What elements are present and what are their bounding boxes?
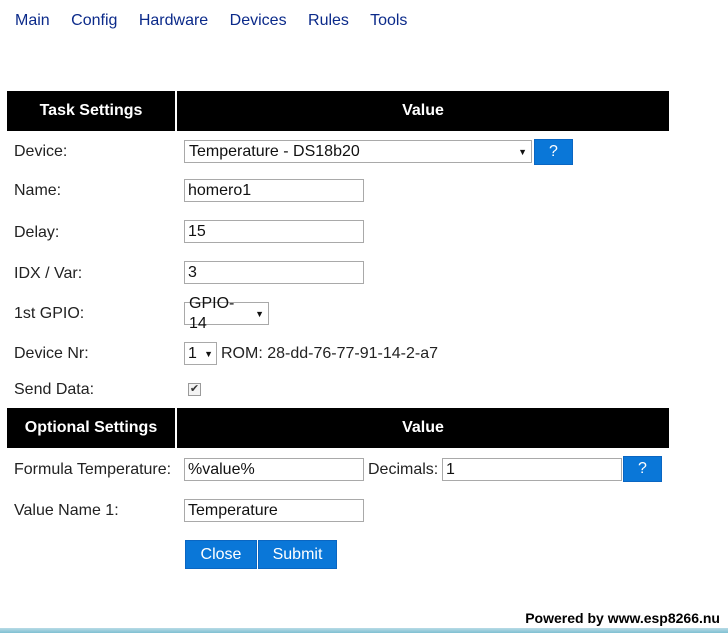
gpio-select[interactable]: GPIO-14 ▼ [184, 295, 269, 332]
name-input[interactable]: homero1 [184, 179, 364, 202]
chevron-down-icon: ▼ [204, 348, 213, 359]
nav-rules[interactable]: Rules [308, 12, 349, 29]
nav-hardware[interactable]: Hardware [139, 12, 208, 29]
device-label: Device: [14, 143, 68, 160]
top-nav: Main Config Hardware Devices Rules Tools [15, 12, 424, 30]
formula-input[interactable]: %value% [184, 458, 364, 481]
checkmark-icon: ✔ [189, 383, 200, 395]
decimals-label: Decimals: [368, 461, 439, 478]
device-help-button[interactable]: ? [534, 139, 573, 165]
close-button[interactable]: Close [185, 540, 257, 569]
gpio-label: 1st GPIO: [14, 305, 85, 322]
bottom-bar [0, 628, 728, 633]
nav-devices[interactable]: Devices [230, 12, 287, 29]
delay-label: Delay: [14, 224, 60, 241]
value-name-input[interactable]: Temperature [184, 499, 364, 522]
device-nr-select-value: 1 [188, 344, 197, 362]
device-select-value: Temperature - DS18b20 [189, 142, 360, 160]
idx-input[interactable]: 3 [184, 261, 364, 284]
task-settings-header: Task Settings [7, 91, 175, 131]
send-data-label: Send Data: [14, 381, 95, 398]
chevron-down-icon: ▼ [518, 146, 527, 157]
formula-label: Formula Temperature: [14, 461, 172, 478]
nav-config[interactable]: Config [71, 12, 117, 29]
delay-input[interactable]: 15 [184, 220, 364, 243]
optional-settings-header: Optional Settings [7, 408, 175, 448]
name-label: Name: [14, 182, 62, 199]
chevron-down-icon: ▼ [255, 308, 264, 319]
footer-powered-by: Powered by www.esp8266.nu [525, 610, 720, 626]
device-select[interactable]: Temperature - DS18b20 ▼ [184, 140, 532, 163]
send-data-checkbox[interactable]: ✔ [188, 383, 201, 396]
decimals-input[interactable]: 1 [442, 458, 622, 481]
optional-value-header: Value [177, 408, 669, 448]
formula-help-button[interactable]: ? [623, 456, 662, 482]
nav-tools[interactable]: Tools [370, 12, 407, 29]
device-nr-select[interactable]: 1 ▼ [184, 342, 217, 365]
submit-button[interactable]: Submit [258, 540, 337, 569]
task-value-header: Value [177, 91, 669, 131]
gpio-select-value: GPIO-14 [189, 294, 235, 332]
device-nr-label: Device Nr: [14, 345, 89, 362]
rom-text: ROM: 28-dd-76-77-91-14-2-a7 [221, 345, 438, 362]
idx-label: IDX / Var: [14, 265, 83, 282]
value-name-label: Value Name 1: [14, 502, 119, 519]
nav-main[interactable]: Main [15, 12, 50, 29]
